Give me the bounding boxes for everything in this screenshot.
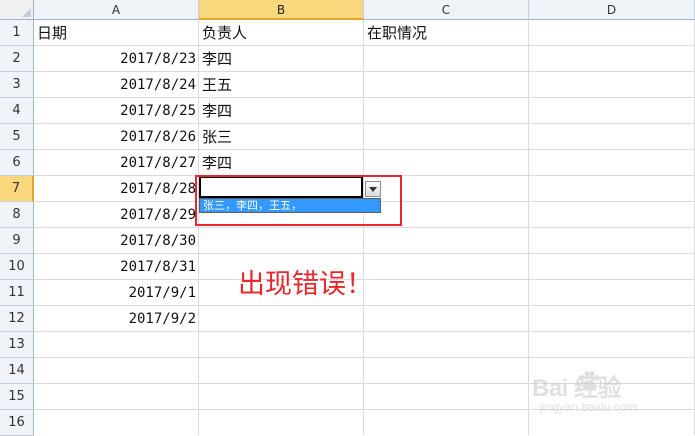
row-header-7[interactable]: 7	[0, 176, 34, 202]
cell-date[interactable]: 2017/9/1	[34, 280, 198, 305]
cell-date[interactable]: 2017/8/30	[34, 228, 198, 253]
grid-line	[34, 331, 695, 332]
grid-line	[34, 357, 695, 358]
cell-date[interactable]: 2017/8/24	[34, 72, 198, 97]
row-header-8[interactable]: 8	[0, 202, 34, 228]
row-header-1[interactable]: 1	[0, 20, 34, 46]
row-header-16[interactable]: 16	[0, 410, 34, 436]
row-header-5[interactable]: 5	[0, 124, 34, 150]
cell-c1-status-header[interactable]: 在职情况	[364, 20, 528, 45]
cell-owner[interactable]: 王五	[199, 72, 363, 97]
column-header-b[interactable]: B	[199, 0, 364, 20]
row-header-2[interactable]: 2	[0, 46, 34, 72]
row-header-11[interactable]: 11	[0, 280, 34, 306]
error-annotation: 出现错误！	[238, 269, 373, 300]
row-header-10[interactable]: 10	[0, 254, 34, 280]
paw-icon	[579, 371, 600, 390]
cell-owner[interactable]: 张三	[199, 124, 363, 149]
row-header-9[interactable]: 9	[0, 228, 34, 254]
cell-owner[interactable]: 李四	[199, 98, 363, 123]
row-header-4[interactable]: 4	[0, 98, 34, 124]
watermark-url: jingyan.baidu.com	[540, 400, 637, 414]
row-header-13[interactable]: 13	[0, 332, 34, 358]
cell-date[interactable]: 2017/9/2	[34, 306, 198, 331]
row-header-15[interactable]: 15	[0, 384, 34, 410]
row-header-3[interactable]: 3	[0, 72, 34, 98]
cell-date[interactable]: 2017/8/23	[34, 46, 198, 71]
select-all-corner[interactable]	[0, 0, 34, 20]
cell-date[interactable]: 2017/8/25	[34, 98, 198, 123]
watermark-logo-text: Bai 经验	[532, 375, 622, 402]
cell-owner[interactable]: 李四	[199, 150, 363, 175]
error-highlight-box	[195, 175, 402, 226]
row-header-12[interactable]: 12	[0, 306, 34, 332]
cell-owner[interactable]: 李四	[199, 46, 363, 71]
row-header-14[interactable]: 14	[0, 358, 34, 384]
cell-date[interactable]: 2017/8/31	[34, 254, 198, 279]
cell-b1-owner-header[interactable]: 负责人	[199, 20, 363, 45]
cell-date[interactable]: 2017/8/29	[34, 202, 198, 227]
baidu-jingyan-watermark: Bai 经验 jingyan.baidu.com	[532, 368, 682, 418]
cell-date[interactable]: 2017/8/26	[34, 124, 198, 149]
cell-date[interactable]: 2017/8/27	[34, 150, 198, 175]
cell-a1-date-header[interactable]: 日期	[34, 20, 198, 45]
column-header-d[interactable]: D	[529, 0, 695, 20]
column-header-a[interactable]: A	[34, 0, 199, 20]
row-header-6[interactable]: 6	[0, 150, 34, 176]
column-header-c[interactable]: C	[364, 0, 529, 20]
spreadsheet-grid[interactable]: A B C D 1 2 3 4 5 6 7 8 9 10 11 12 13 14…	[0, 0, 695, 436]
cell-date[interactable]: 2017/8/28	[34, 176, 198, 201]
